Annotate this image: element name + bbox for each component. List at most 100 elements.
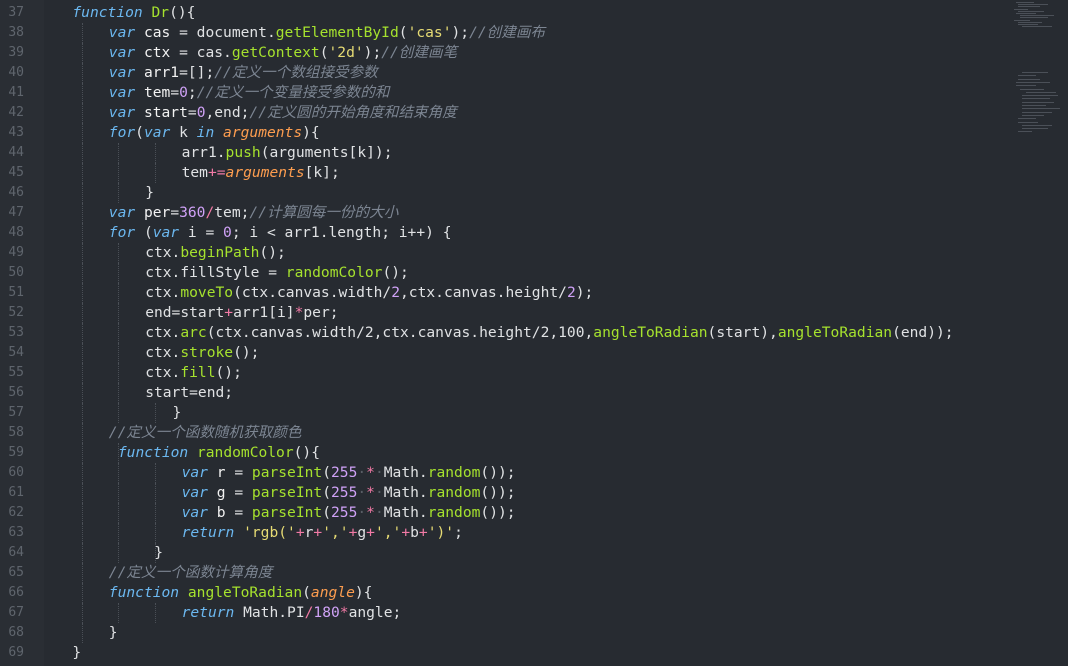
line-number: 37 [8, 5, 24, 20]
code-token: = [170, 84, 180, 101]
code-token: + [224, 304, 234, 321]
code-line[interactable]: 65 //定义一个函数计算角度 [0, 563, 1000, 583]
line-number: 69 [8, 645, 24, 660]
code-line[interactable]: 44 arr1.push(arguments[k]); [0, 143, 1000, 163]
line-number: 49 [8, 245, 24, 260]
code-text: } [109, 623, 118, 643]
code-text: } [72, 643, 81, 663]
code-token: = [170, 44, 197, 61]
indent-guide [154, 463, 156, 483]
code-token: //定义一个函数随机获取颜色 [108, 424, 302, 441]
code-token: 180 [313, 604, 340, 621]
code-token: parseInt [251, 484, 323, 501]
code-token: //定义一个变量接受参数的和 [196, 84, 390, 101]
code-area[interactable]: 37 function Dr(){38 var cas = document.get… [0, 3, 1000, 663]
code-line[interactable]: 37 function Dr(){ [0, 3, 1000, 23]
indent-guide [118, 363, 120, 383]
indent-guide [82, 443, 83, 463]
code-token: arguments [223, 124, 303, 141]
code-token: Math. [383, 484, 428, 501]
code-line[interactable]: 48 for (var i = 0; i < arr1.length; i++) … [0, 223, 1000, 243]
code-token: b [410, 524, 419, 541]
indent-guide [82, 363, 83, 383]
code-line[interactable]: 60 var r = parseInt(255·*·Math.random()); [0, 463, 1000, 483]
code-line[interactable]: 41 var tem=0;//定义一个变量接受参数的和 [0, 83, 1000, 103]
code-line[interactable]: 45 tem+=arguments[k]; [0, 163, 1000, 183]
code-line[interactable]: 42 var start=0,end;//定义圆的开始角度和结束角度 [0, 103, 1000, 123]
indent-guide [82, 583, 83, 603]
code-line[interactable]: 61 var g = parseInt(255·*·Math.random()); [0, 483, 1000, 503]
code-line[interactable]: 52 end=start+arr1[i]*per; [0, 303, 1000, 323]
code-line[interactable]: 43 for(var k in arguments){ [0, 123, 1000, 143]
code-line[interactable]: 47 var per=360/tem;//计算圆每一份的大小 [0, 203, 1000, 223]
minimap[interactable] [1006, 0, 1068, 666]
code-token: //定义圆的开始角度和结束角度 [249, 104, 457, 121]
code-text: ctx.fill(); [145, 363, 242, 383]
code-line[interactable]: 53 ctx.arc(ctx.canvas.width/2,ctx.canvas.… [0, 323, 1000, 343]
line-number: 62 [8, 505, 24, 520]
code-token: var [108, 104, 136, 121]
code-text: var ctx = cas.getContext('2d');//创建画笔 [109, 43, 457, 63]
code-line[interactable]: 40 var arr1=[];//定义一个数组接受参数 [0, 63, 1000, 83]
code-token: start [143, 104, 188, 121]
code-token: ',' [374, 524, 402, 541]
code-text: ctx.beginPath(); [145, 243, 286, 263]
code-token: var [108, 64, 136, 81]
code-line[interactable]: 63 return 'rgb('+r+','+g+','+b+')'; [0, 523, 1000, 543]
code-line[interactable]: 59 function randomColor(){ [0, 443, 1000, 463]
code-text: } [145, 183, 154, 203]
minimap-line [1020, 88, 1044, 90]
indent-guide [154, 163, 156, 183]
code-line[interactable]: 49 ctx.beginPath(); [0, 243, 1000, 263]
code-token: } [145, 184, 154, 201]
code-text: var arr1=[];//定义一个数组接受参数 [109, 63, 378, 83]
code-line[interactable]: 54 ctx.stroke(); [0, 343, 1000, 363]
line-number: 43 [8, 125, 24, 140]
line-number: 54 [8, 345, 24, 360]
code-token: return [181, 604, 235, 621]
code-line[interactable]: 69} [0, 643, 1000, 663]
code-token: var [152, 224, 180, 241]
minimap-line [1022, 72, 1048, 73]
code-line[interactable]: 38 var cas = document.getElementById('cas… [0, 23, 1000, 43]
code-token: per [143, 204, 171, 221]
code-line[interactable]: 58 //定义一个函数随机获取颜色 [0, 423, 1000, 443]
code-token: ){ [302, 124, 320, 141]
code-text: ctx.moveTo(ctx.canvas.width/2,ctx.canvas… [145, 283, 593, 303]
indent-guide [118, 143, 120, 163]
minimap-line [1018, 6, 1040, 8]
indent-guide [118, 383, 120, 403]
code-token: random [427, 484, 481, 501]
minimap-line [1014, 19, 1030, 21]
code-line[interactable]: 55 ctx.fill(); [0, 363, 1000, 383]
code-line[interactable]: 64} [0, 543, 1000, 563]
code-line[interactable]: 39 var ctx = cas.getContext('2d');//创建画笔 [0, 43, 1000, 63]
code-line[interactable]: 62 var b = parseInt(255·*·Math.random()); [0, 503, 1000, 523]
code-line[interactable]: 51 ctx.moveTo(ctx.canvas.width/2,ctx.canv… [0, 283, 1000, 303]
code-line[interactable]: 50 ctx.fillStyle = randomColor(); [0, 263, 1000, 283]
code-token: ctx. [145, 324, 181, 341]
code-line[interactable]: 56 start=end; [0, 383, 1000, 403]
indent-guide [118, 303, 120, 323]
code-token: ( [319, 44, 329, 61]
code-token: function [108, 584, 180, 601]
code-line[interactable]: 66 function angleToRadian(angle){ [0, 583, 1000, 603]
code-line[interactable]: 57} [0, 403, 1000, 423]
indent-guide [82, 243, 83, 263]
code-line[interactable]: 67 return Math.PI/180*angle; [0, 603, 1000, 623]
code-token: ')' [427, 524, 455, 541]
code-token: //创建画布 [469, 24, 546, 41]
code-text: arr1.push(arguments[k]); [182, 143, 393, 163]
code-editor[interactable]: 37 function Dr(){38 var cas = document.get… [0, 0, 1068, 666]
code-token: = [225, 464, 252, 481]
code-line[interactable]: 46} [0, 183, 1000, 203]
code-line[interactable]: 68} [0, 623, 1000, 643]
indent-guide [154, 143, 156, 163]
code-token: ( [135, 224, 153, 241]
code-token: (); [233, 344, 260, 361]
indent-guide [118, 403, 120, 423]
code-token: arguments [225, 164, 305, 181]
code-token: = [170, 204, 180, 221]
